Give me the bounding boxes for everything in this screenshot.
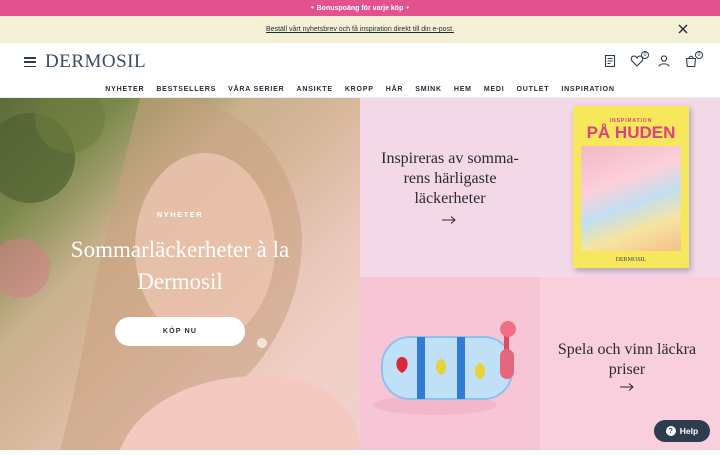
wishlist-badge: 0: [641, 51, 649, 59]
bullet: •: [406, 4, 409, 12]
help-icon: ?: [665, 426, 676, 436]
newsletter-bar: Beställ vårt nyhetsbrev och få inspirati…: [0, 16, 720, 43]
nav-item-hem[interactable]: HEM: [454, 86, 472, 93]
cart-badge: 0: [695, 51, 703, 59]
receipt-icon[interactable]: [603, 54, 617, 68]
help-button[interactable]: ? Help: [654, 420, 710, 442]
promo-inspiration[interactable]: Inspireras av somma-rens härligaste läck…: [360, 98, 720, 277]
promo-topbar: • Bonuspoäng för varje köp •: [0, 0, 720, 16]
magazine-title: PÅ HUDEN: [586, 123, 676, 142]
promo-inspiration-text: Inspireras av somma-rens härligaste läck…: [381, 150, 519, 207]
nav-item-inspiration[interactable]: INSPIRATION: [561, 86, 614, 93]
nav-item-medi[interactable]: MEDI: [484, 86, 505, 93]
menu-icon[interactable]: [24, 57, 36, 67]
logo[interactable]: DERMOSIL: [45, 51, 146, 73]
nav-item-bestsellers[interactable]: BESTSELLERS: [156, 86, 216, 93]
close-icon[interactable]: [676, 22, 690, 36]
header-icons: 0 0: [603, 51, 703, 68]
arrow-right-icon[interactable]: [620, 383, 634, 391]
bullet: •: [311, 4, 314, 12]
newsletter-link[interactable]: Beställ vårt nyhetsbrev och få inspirati…: [266, 26, 454, 33]
site-header: DERMOSIL 0 0: [0, 43, 720, 81]
nav-item-smink[interactable]: SMINK: [415, 86, 442, 93]
topbar-text[interactable]: Bonuspoäng för varje köp: [317, 5, 404, 12]
nav-item-nyheter[interactable]: NYHETER: [105, 86, 144, 93]
slot-machine-illustration: [360, 277, 540, 450]
magazine-cover[interactable]: INSPIRATION PÅ HUDEN DERMOSIL: [573, 106, 689, 268]
arrow-right-icon[interactable]: [442, 216, 456, 224]
nav-item-vara-serier[interactable]: VÅRA SERIER: [228, 86, 284, 93]
hero-banner[interactable]: NYHETER Sommarläckerheter à la Dermosil …: [0, 98, 360, 450]
wishlist-heart-icon[interactable]: 0: [630, 51, 649, 68]
help-label: Help: [679, 426, 699, 436]
account-icon[interactable]: [657, 54, 671, 68]
magazine-brand: DERMOSIL: [615, 257, 647, 263]
hero-kicker: NYHETER: [156, 210, 204, 219]
main-nav: NYHETER BESTSELLERS VÅRA SERIER ANSIKTE …: [0, 81, 720, 98]
nav-item-har[interactable]: HÅR: [386, 86, 404, 93]
nav-item-ansikte[interactable]: ANSIKTE: [296, 86, 332, 93]
hero-title: Sommarläckerheter à la Dermosil: [70, 237, 290, 294]
magazine-photo: [581, 146, 681, 251]
nav-item-outlet[interactable]: OUTLET: [517, 86, 550, 93]
buy-now-button[interactable]: KÖP NU: [115, 317, 245, 346]
nav-item-kropp[interactable]: KROPP: [345, 86, 374, 93]
promo-game-text: Spela och vinn läckra priser: [557, 341, 697, 378]
cart-bag-icon[interactable]: 0: [684, 51, 703, 68]
